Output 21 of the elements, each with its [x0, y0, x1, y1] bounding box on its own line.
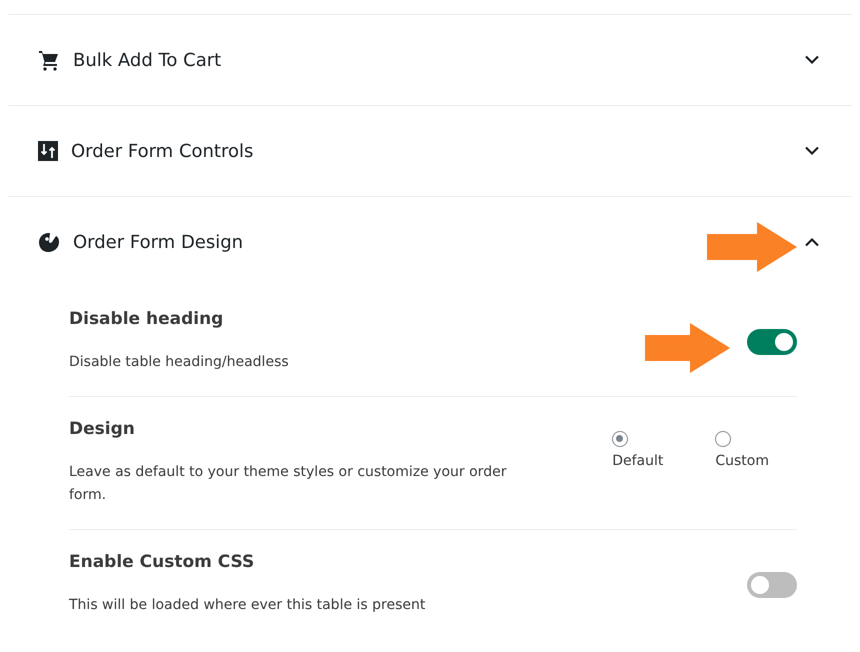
collapse-icon[interactable] — [804, 237, 820, 247]
setting-description: This will be loaded where ever this table is present — [69, 596, 426, 615]
setting-description: Leave as default to your theme styles or customize your order form. — [69, 463, 508, 505]
setting-description: Disable table heading/headless — [69, 353, 290, 372]
expand-icon[interactable] — [804, 146, 820, 156]
radio-button[interactable] — [612, 431, 628, 447]
expand-icon[interactable] — [804, 55, 820, 65]
section-title: Order Form Controls — [71, 140, 254, 162]
toggle-switch[interactable] — [747, 328, 797, 354]
toggle-switch[interactable] — [747, 572, 797, 598]
setting-label: Design — [69, 419, 136, 439]
section-title: Order Form Design — [73, 232, 244, 252]
radio-label: Custom — [715, 453, 769, 469]
section-title: Bulk Add To Cart — [73, 50, 222, 70]
radio-label: Default — [612, 453, 664, 469]
setting-label: Enable Custom CSS — [69, 552, 256, 572]
radio-button[interactable] — [715, 431, 732, 447]
setting-label: Disable heading — [69, 309, 224, 329]
cart-icon — [38, 49, 60, 71]
palette-icon — [38, 231, 60, 253]
sliders-icon — [38, 141, 58, 161]
